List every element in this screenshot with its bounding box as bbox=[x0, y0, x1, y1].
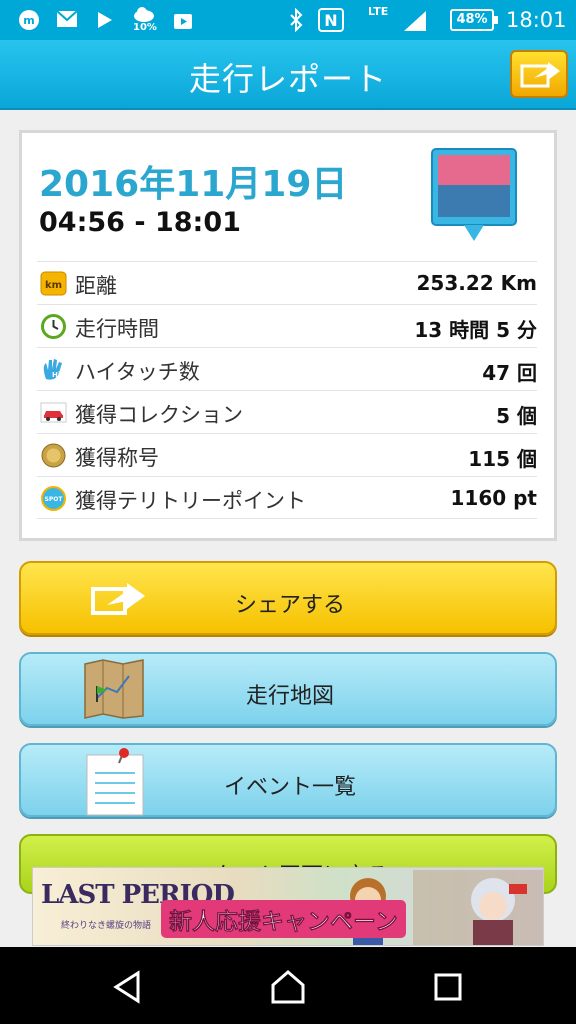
report-rows: km 距離 253.22 Km 走行時間 13 時間 5 分 Hi! ハイタッチ… bbox=[37, 261, 537, 519]
report-row-value: 13 時間 5 分 bbox=[414, 318, 537, 342]
report-row-collection: 獲得コレクション 5 個 bbox=[37, 390, 537, 433]
home-icon[interactable] bbox=[270, 969, 306, 1005]
report-row-label: 獲得コレクション bbox=[75, 403, 243, 427]
tv-thumbnail-icon bbox=[431, 148, 517, 241]
hi-touch-icon: Hi! bbox=[43, 359, 63, 380]
report-row-label: 距離 bbox=[75, 274, 117, 298]
report-row-value: 5 個 bbox=[496, 404, 537, 428]
nfc-icon: N bbox=[318, 8, 344, 32]
svg-text:N: N bbox=[324, 11, 337, 30]
weather-icon bbox=[134, 7, 154, 22]
clock-icon bbox=[41, 314, 66, 339]
status-clock: 18:01 bbox=[506, 8, 567, 32]
report-row-territory: SPOT 獲得テリトリーポイント 1160 pt bbox=[37, 476, 537, 519]
signal-icon bbox=[404, 11, 426, 31]
back-icon[interactable] bbox=[110, 969, 146, 1005]
report-card: 2016年11月19日 04:56 - 18:01 km 距離 253.22 K… bbox=[19, 130, 557, 541]
share-top-button[interactable] bbox=[510, 50, 568, 98]
report-row-label: 獲得テリトリーポイント bbox=[75, 489, 306, 513]
share-button-label: シェアする bbox=[234, 593, 345, 618]
event-list-button[interactable]: イベント一覧 bbox=[19, 743, 557, 817]
report-row-distance: km 距離 253.22 Km bbox=[37, 261, 537, 304]
report-row-label: 走行時間 bbox=[75, 317, 159, 341]
report-row-hi-touch: Hi! ハイタッチ数 47 回 bbox=[37, 347, 537, 390]
recents-icon[interactable] bbox=[430, 969, 466, 1005]
svg-text:Hi!: Hi! bbox=[52, 371, 63, 379]
car-icon bbox=[40, 402, 67, 423]
report-time-range: 04:56 - 18:01 bbox=[39, 207, 241, 238]
navigation-bar bbox=[0, 947, 576, 1024]
report-row-label: ハイタッチ数 bbox=[75, 360, 200, 384]
network-type: LTE bbox=[368, 5, 389, 18]
ad-character-image bbox=[413, 870, 543, 945]
mail-icon bbox=[56, 10, 78, 27]
ad-banner[interactable]: LAST PERIOD 終わりなき螺旋の物語 新人応援キャンペーン bbox=[32, 867, 544, 946]
event-list-button-label: イベント一覧 bbox=[223, 775, 356, 800]
report-row-value: 115 個 bbox=[468, 447, 537, 471]
svg-text:SPOT: SPOT bbox=[45, 496, 64, 503]
ad-sublogo: 終わりなき螺旋の物語 bbox=[61, 921, 152, 931]
messenger-icon: m bbox=[19, 10, 39, 30]
bluetooth-icon bbox=[290, 8, 303, 32]
battery-indicator: 48% bbox=[450, 9, 498, 31]
share-button[interactable]: シェアする bbox=[19, 561, 557, 635]
share-icon bbox=[520, 62, 560, 88]
title-bar: 走行レポート bbox=[0, 40, 576, 110]
report-row-value: 253.22 Km bbox=[416, 271, 537, 295]
status-bar: m 10% N LTE 48% 18:01 bbox=[0, 0, 576, 40]
report-row-value: 1160 pt bbox=[450, 486, 537, 510]
report-row-drive-time: 走行時間 13 時間 5 分 bbox=[37, 304, 537, 347]
page-title: 走行レポート bbox=[188, 60, 387, 98]
drive-map-button[interactable]: 走行地図 bbox=[19, 652, 557, 726]
report-date: 2016年11月19日 bbox=[39, 164, 348, 205]
media-icon bbox=[98, 12, 112, 28]
weather-percent: 10% bbox=[133, 22, 157, 33]
spot-icon: SPOT bbox=[41, 486, 66, 511]
medal-icon bbox=[41, 443, 66, 468]
report-row-titles: 獲得称号 115 個 bbox=[37, 433, 537, 476]
report-row-label: 獲得称号 bbox=[75, 446, 159, 470]
ad-campaign-text: 新人応援キャンペーン bbox=[161, 900, 406, 938]
drive-map-button-label: 走行地図 bbox=[245, 684, 334, 709]
km-icon: km bbox=[40, 271, 67, 296]
store-icon bbox=[174, 14, 192, 29]
svg-text:m: m bbox=[23, 14, 34, 27]
report-row-value: 47 回 bbox=[482, 361, 537, 385]
svg-text:km: km bbox=[45, 280, 62, 291]
